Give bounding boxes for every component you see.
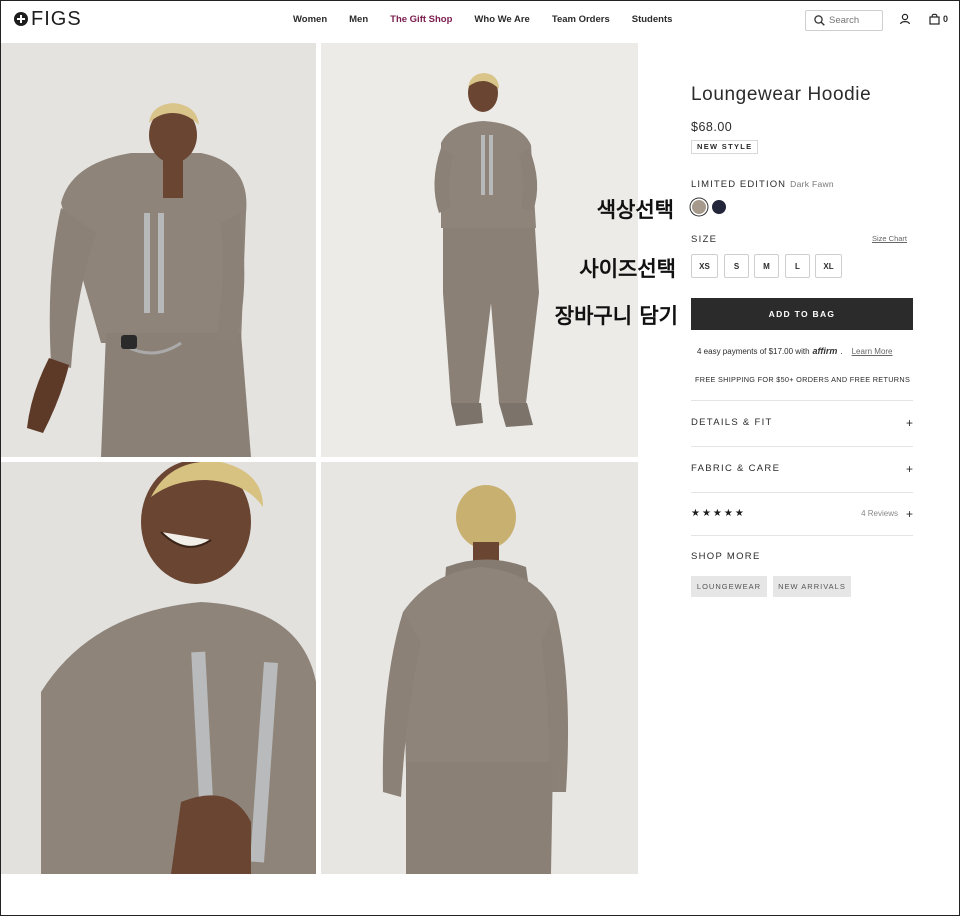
divider — [691, 535, 913, 536]
search-input[interactable] — [829, 15, 881, 26]
nav-women[interactable]: Women — [293, 14, 327, 25]
bag-count: 0 — [943, 14, 949, 24]
annotation-size-select: 사이즈선택 — [579, 257, 676, 281]
swatch-navy[interactable] — [712, 200, 726, 214]
size-l-button[interactable]: L — [785, 254, 810, 278]
nav-men[interactable]: Men — [349, 14, 368, 25]
size-label: SIZE — [691, 234, 718, 245]
new-style-badge: NEW STYLE — [691, 140, 759, 154]
swatch-dark-fawn[interactable] — [692, 200, 706, 214]
model-back-illustration — [321, 462, 638, 874]
reviews-accordion[interactable]: ★★★★★ 4 Reviews + — [691, 506, 913, 521]
product-photo-full-body[interactable] — [321, 43, 638, 457]
model-front-illustration — [1, 43, 316, 457]
plus-icon: + — [905, 506, 913, 521]
tag-loungewear[interactable]: LOUNGEWEAR — [691, 576, 767, 597]
figs-logo[interactable]: FIGS — [14, 8, 82, 30]
fabric-care-label: FABRIC & CARE — [691, 463, 781, 474]
nav-team-orders[interactable]: Team Orders — [552, 14, 610, 25]
product-photo-front[interactable] — [1, 43, 316, 457]
annotation-add-cart: 장바구니 담기 — [554, 304, 678, 328]
shipping-note: FREE SHIPPING FOR $50+ ORDERS AND FREE R… — [695, 375, 911, 384]
details-fit-accordion[interactable]: DETAILS & FIT + — [691, 415, 913, 430]
tag-new-arrivals[interactable]: NEW ARRIVALS — [773, 576, 851, 597]
size-xs-button[interactable]: XS — [691, 254, 718, 278]
color-label: LIMITED EDITION — [691, 179, 787, 190]
nav-gift-shop[interactable]: The Gift Shop — [390, 14, 452, 25]
size-m-button[interactable]: M — [754, 254, 779, 278]
product-title: Loungewear Hoodie — [691, 84, 872, 105]
bag-button[interactable]: 0 — [929, 13, 948, 25]
search-box[interactable] — [805, 10, 883, 31]
divider — [691, 446, 913, 447]
fabric-care-accordion[interactable]: FABRIC & CARE + — [691, 461, 913, 476]
nav-students[interactable]: Students — [632, 14, 673, 25]
product-photo-closeup[interactable] — [1, 462, 316, 874]
size-chart-link[interactable]: Size Chart — [872, 234, 907, 243]
divider — [691, 492, 913, 493]
affirm-payment-row: 4 easy payments of $17.00 with affirm . … — [697, 346, 893, 356]
model-full-body-illustration — [321, 43, 638, 457]
plus-logo-icon — [14, 12, 28, 26]
details-fit-label: DETAILS & FIT — [691, 417, 773, 428]
add-to-bag-button[interactable]: ADD TO BAG — [691, 298, 913, 330]
product-photo-back[interactable] — [321, 462, 638, 874]
size-s-button[interactable]: S — [724, 254, 749, 278]
plus-icon: + — [905, 415, 913, 430]
account-button[interactable] — [899, 13, 911, 25]
affirm-learn-more-link[interactable]: Learn More — [852, 347, 893, 356]
affirm-text: 4 easy payments of $17.00 with — [697, 347, 810, 356]
size-xl-button[interactable]: XL — [815, 254, 842, 278]
logo-text: FIGS — [31, 8, 82, 30]
annotation-color-select: 색상선택 — [596, 198, 674, 222]
reviews-count: 4 Reviews — [861, 509, 898, 518]
product-price: $68.00 — [691, 120, 733, 134]
rating-stars: ★★★★★ — [691, 508, 746, 519]
divider — [691, 400, 913, 401]
affirm-logo: affirm — [812, 346, 838, 356]
nav-who-we-are[interactable]: Who We Are — [474, 14, 529, 25]
shopping-bag-icon — [929, 13, 940, 25]
selected-color-name: Dark Fawn — [790, 179, 834, 189]
search-icon — [814, 15, 825, 26]
user-icon — [899, 13, 911, 25]
color-label-row: LIMITED EDITION Dark Fawn — [691, 179, 834, 190]
shop-more-heading: SHOP MORE — [691, 551, 761, 562]
model-closeup-illustration — [1, 462, 316, 874]
main-nav: Women Men The Gift Shop Who We Are Team … — [293, 14, 694, 25]
plus-icon: + — [905, 461, 913, 476]
site-header: FIGS Women Men The Gift Shop Who We Are … — [1, 1, 959, 43]
